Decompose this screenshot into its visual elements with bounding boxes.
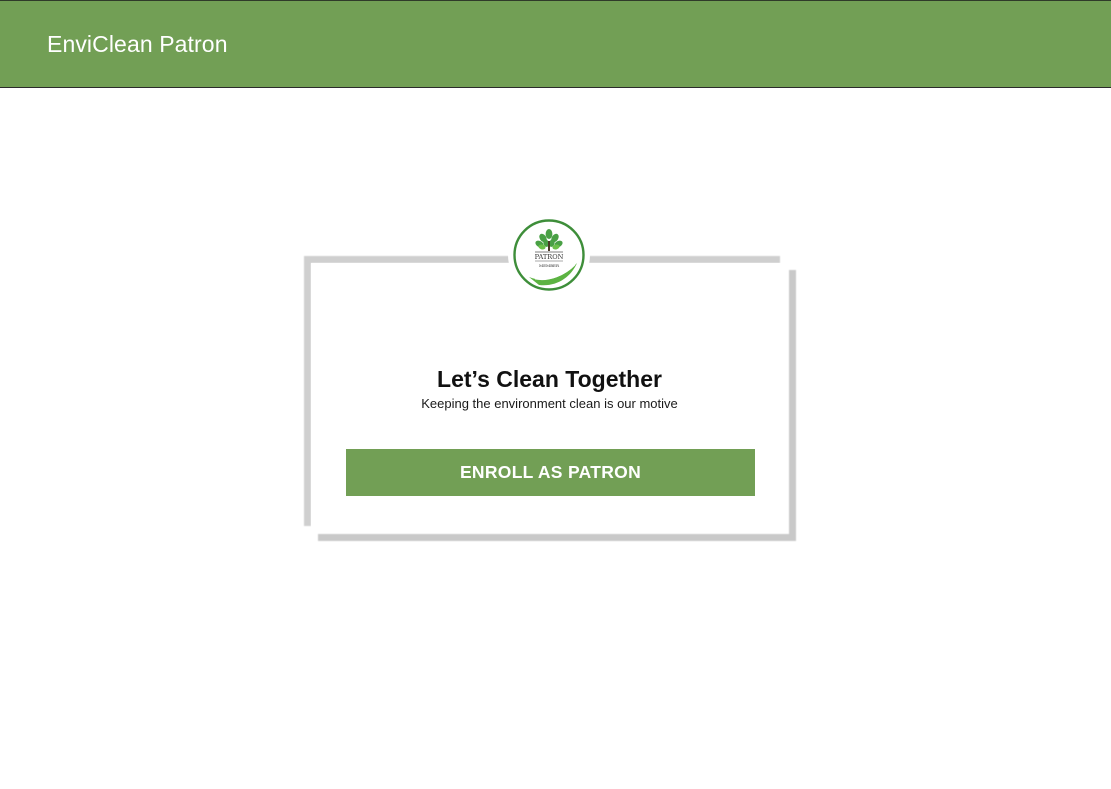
app-title: EnviClean Patron bbox=[47, 31, 228, 57]
badge-text-member: MEMBER bbox=[539, 263, 560, 268]
app-bar: EnviClean Patron bbox=[0, 0, 1111, 88]
tree-badge-icon: PATRON MEMBER bbox=[513, 219, 585, 291]
card-subline: Keeping the environment clean is our mot… bbox=[421, 396, 678, 411]
enroll-as-patron-button[interactable]: ENROLL AS PATRON bbox=[346, 449, 755, 496]
badge-text-patron: PATRON bbox=[535, 253, 564, 261]
patron-member-badge: PATRON MEMBER bbox=[508, 214, 590, 296]
card-headline: Let’s Clean Together bbox=[437, 366, 662, 392]
